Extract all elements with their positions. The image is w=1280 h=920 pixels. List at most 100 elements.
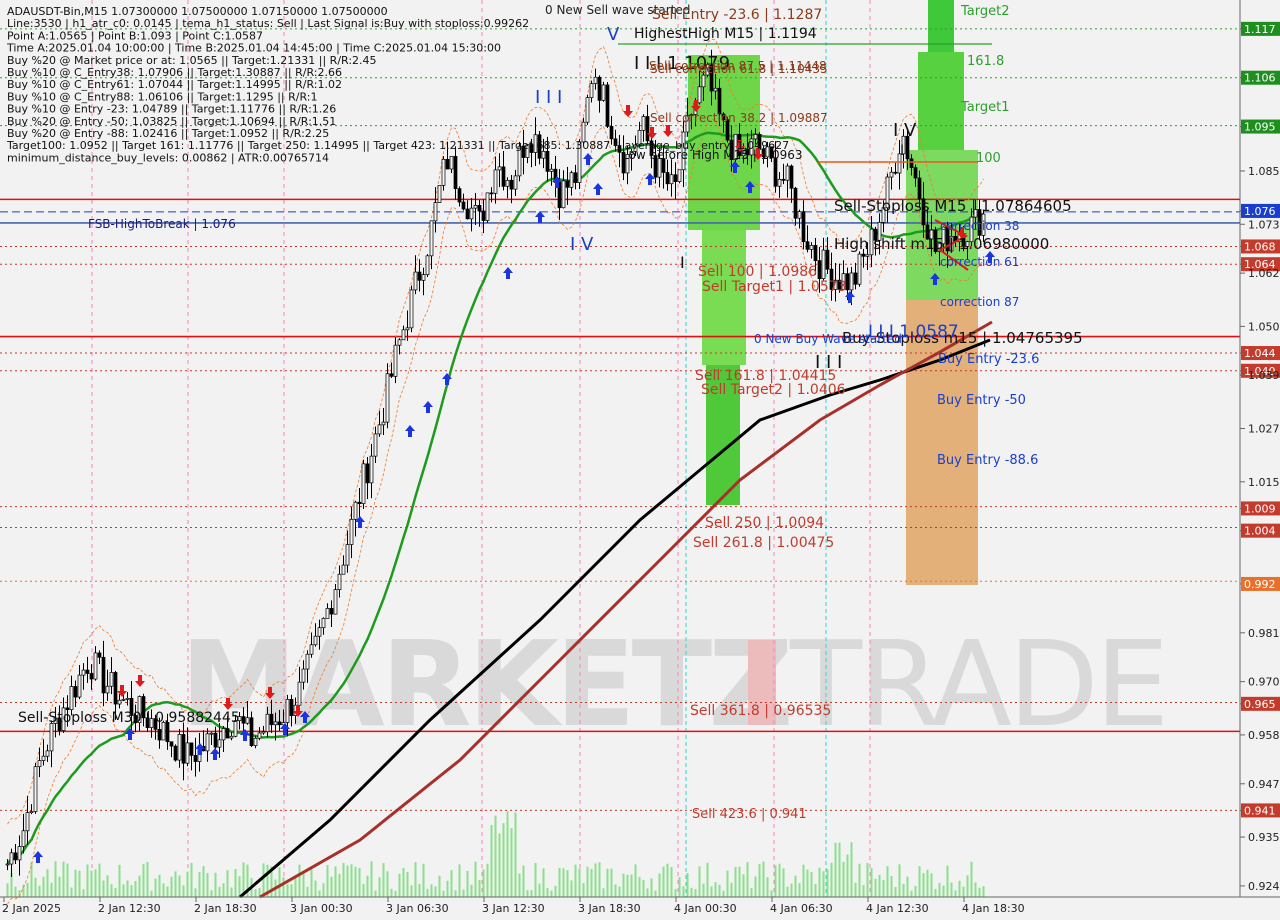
wave-label: I I I	[815, 352, 842, 373]
candle-body	[49, 723, 54, 752]
price-tag-label: 1.004	[1244, 525, 1276, 538]
candle-body	[397, 339, 402, 346]
wave-label: I	[900, 143, 904, 159]
candle-body	[493, 169, 498, 194]
candle-body	[853, 272, 858, 285]
candle-body	[849, 272, 854, 291]
time-tick-label: 4 Jan 00:30	[674, 902, 737, 915]
candle-body	[713, 87, 718, 92]
candle-body	[309, 644, 314, 655]
candle-body	[385, 373, 390, 423]
candle-body	[601, 84, 606, 101]
candle-body	[669, 174, 674, 185]
candle-body	[465, 208, 470, 220]
candle-body	[325, 608, 330, 619]
candle-body	[401, 329, 406, 341]
candle-body	[213, 732, 218, 748]
candle-body	[541, 150, 546, 159]
candle-body	[677, 169, 682, 182]
candle-body	[189, 742, 194, 756]
candle-body	[605, 84, 610, 127]
header-line: Buy %20 @ Market price or at: 1.0565 || …	[7, 54, 377, 67]
level-label: Sell Target1 | 1.0573	[702, 279, 847, 295]
price-tick-label: 0.981	[1248, 627, 1280, 640]
candle-body	[857, 253, 862, 285]
candle-body	[249, 717, 254, 746]
candle-body	[381, 421, 386, 426]
candle-body	[121, 699, 126, 701]
candle-body	[805, 241, 810, 250]
price-tag-label: 1.095	[1244, 121, 1276, 134]
candle-body	[809, 245, 814, 250]
candle-body	[117, 699, 122, 705]
candle-body	[773, 157, 778, 187]
candle-body	[913, 167, 918, 179]
candle-body	[393, 344, 398, 377]
candle-body	[489, 192, 494, 195]
candle-body	[421, 274, 426, 281]
price-tick-label: 0.970	[1248, 676, 1280, 689]
candle-body	[609, 126, 614, 140]
candle-body	[593, 76, 598, 84]
price-tag-label: 1.009	[1244, 502, 1276, 515]
header-line: Buy %20 @ Entry -50: 1.03825 || Target:1…	[7, 115, 336, 128]
level-label: Sell correction 61.8 | 1.10435	[650, 62, 828, 76]
candle-body	[185, 742, 190, 764]
price-tick-label: 1.085	[1248, 165, 1280, 178]
candle-body	[217, 739, 222, 748]
price-tick-label: 0.924	[1248, 880, 1280, 893]
time-tick-label: 3 Jan 06:30	[386, 902, 449, 915]
level-label: Sell 261.8 | 1.00475	[693, 535, 834, 551]
candle-body	[173, 745, 178, 761]
candle-body	[277, 721, 282, 726]
candle-body	[405, 327, 410, 331]
candle-body	[349, 518, 354, 545]
price-tag-label: 1.117	[1244, 23, 1276, 36]
level-label: Buy Entry -50	[937, 393, 1026, 408]
level-label: Sell correction 38.2 | 1.09887	[650, 111, 828, 125]
price-tick-label: 1.073	[1248, 218, 1280, 231]
candle-body	[105, 685, 110, 694]
candle-body	[329, 608, 334, 615]
candle-body	[345, 544, 350, 566]
candle-body	[97, 652, 102, 658]
candle-body	[433, 202, 438, 222]
candle-body	[889, 171, 894, 178]
candle-body	[777, 178, 782, 187]
candle-body	[469, 207, 474, 220]
candle-body	[157, 729, 162, 741]
header-line: Buy %10 @ C_Entry88: 1.06106 || Target:1…	[7, 90, 318, 103]
candle-body	[205, 733, 210, 752]
header-line: Buy %10 @ C_Entry38: 1.07906 || Target:1…	[7, 66, 342, 79]
header-line: Buy %10 @ Entry -23: 1.04789 || Target:1…	[7, 103, 336, 116]
time-tick-label: 2 Jan 18:30	[194, 902, 257, 915]
wave-label: I V	[893, 120, 917, 141]
candle-body	[81, 669, 86, 676]
level-label: High shift m15 | 1.06980000	[834, 235, 1049, 253]
level-label: Target1	[960, 100, 1010, 115]
time-tick-label: 4 Jan 18:30	[962, 902, 1025, 915]
candle-body	[257, 732, 262, 739]
header-line: Point A:1.0565 | Point B:1.093 | Point C…	[7, 29, 263, 42]
price-tick-label: 1.039	[1248, 369, 1280, 382]
candle-body	[917, 177, 922, 200]
candle-body	[425, 255, 430, 275]
price-tag-label: 0.965	[1244, 698, 1276, 711]
header-line: Buy %20 @ Entry -88: 1.02416 || Target:1…	[7, 127, 329, 140]
price-chart[interactable]: MARKETZ TRADE 0 New Sell wave startedSel…	[0, 0, 1280, 920]
price-tag-label: 1.106	[1244, 72, 1276, 85]
level-label: FSB-HighToBreak | 1.076	[88, 217, 236, 231]
candle-body	[389, 373, 394, 377]
candle-body	[285, 698, 290, 723]
candle-body	[565, 180, 570, 188]
candle-body	[29, 811, 34, 814]
price-tag-label: 0.941	[1244, 804, 1276, 817]
candle-body	[253, 737, 258, 746]
candle-body	[497, 166, 502, 171]
price-axis	[1240, 0, 1280, 897]
candle-body	[461, 201, 466, 210]
candle-body	[101, 656, 106, 694]
candle-body	[13, 852, 18, 861]
candle-body	[377, 424, 382, 435]
level-label: I I I 1.0587	[868, 322, 959, 342]
